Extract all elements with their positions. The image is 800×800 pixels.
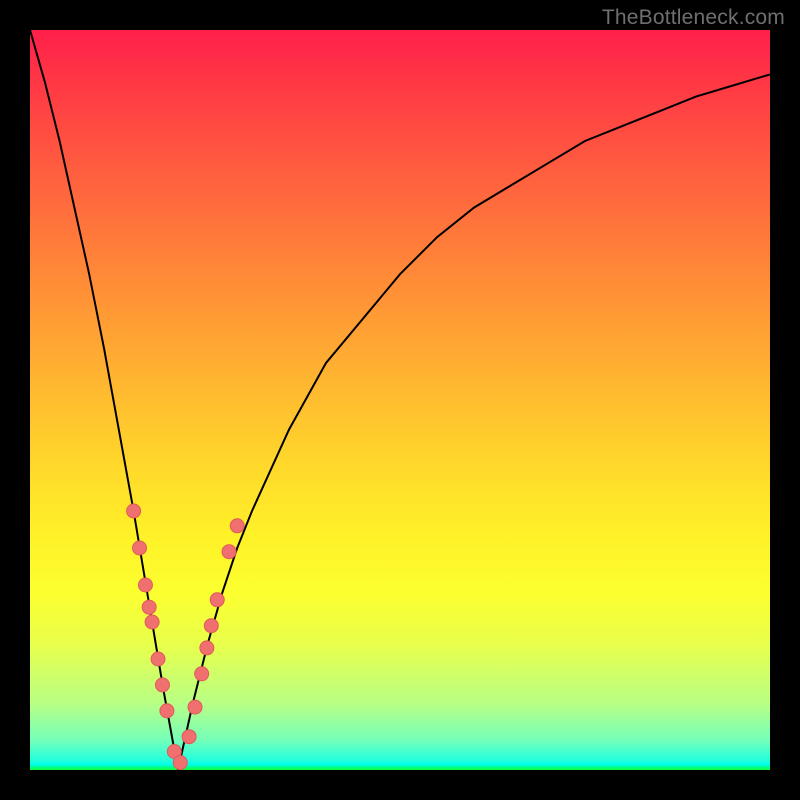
data-point-markers [127, 504, 245, 770]
chart-plot-area [30, 30, 770, 770]
data-point-marker [230, 519, 244, 533]
data-point-marker [210, 593, 224, 607]
data-point-marker [182, 730, 196, 744]
data-point-marker [138, 578, 152, 592]
data-point-marker [200, 641, 214, 655]
data-point-marker [127, 504, 141, 518]
data-point-marker [155, 678, 169, 692]
bottleneck-curve-svg [30, 30, 770, 770]
watermark-text: TheBottleneck.com [602, 6, 785, 30]
outer-frame: TheBottleneck.com [0, 0, 800, 800]
bottleneck-curve-path [30, 30, 770, 770]
data-point-marker [173, 756, 187, 770]
data-point-marker [133, 541, 147, 555]
data-point-marker [195, 667, 209, 681]
data-point-marker [188, 700, 202, 714]
data-point-marker [204, 619, 218, 633]
data-point-marker [142, 600, 156, 614]
data-point-marker [222, 545, 236, 559]
data-point-marker [160, 704, 174, 718]
data-point-marker [145, 615, 159, 629]
data-point-marker [151, 652, 165, 666]
